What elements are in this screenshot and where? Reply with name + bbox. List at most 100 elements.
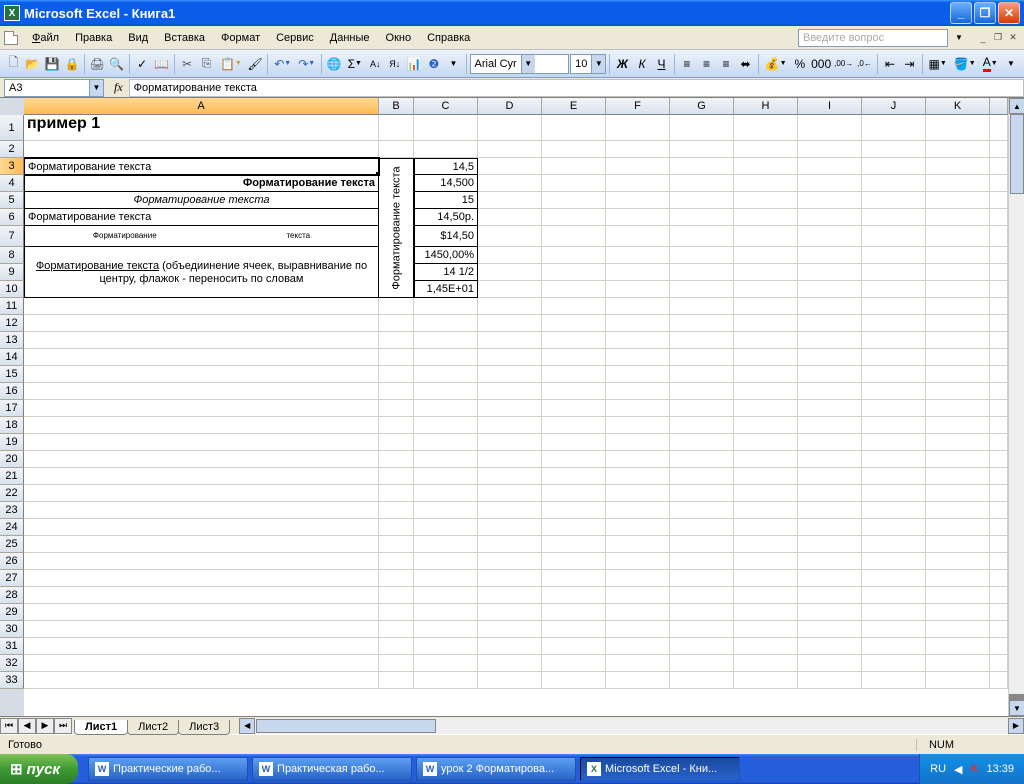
cell[interactable] bbox=[798, 655, 862, 672]
cell[interactable] bbox=[862, 553, 926, 570]
chart-button[interactable]: 📊 bbox=[405, 53, 424, 75]
cell[interactable] bbox=[926, 298, 990, 315]
cell[interactable] bbox=[606, 553, 670, 570]
cell[interactable] bbox=[478, 570, 542, 587]
mdi-close[interactable]: ✕ bbox=[1006, 31, 1020, 45]
col-header-B[interactable]: B bbox=[379, 98, 414, 115]
cell[interactable] bbox=[734, 417, 798, 434]
cell[interactable] bbox=[798, 468, 862, 485]
cell[interactable] bbox=[670, 468, 734, 485]
row-header-22[interactable]: 22 bbox=[0, 485, 24, 502]
cell[interactable] bbox=[478, 115, 542, 141]
align-left-button[interactable]: ≡ bbox=[678, 53, 697, 75]
cell[interactable] bbox=[798, 141, 862, 158]
cell[interactable] bbox=[926, 638, 990, 655]
cell[interactable] bbox=[542, 158, 606, 175]
row-header-27[interactable]: 27 bbox=[0, 570, 24, 587]
close-button[interactable]: ✕ bbox=[998, 2, 1020, 24]
row-header-7[interactable]: 7 bbox=[0, 226, 24, 247]
cell[interactable] bbox=[379, 315, 414, 332]
cell[interactable] bbox=[862, 604, 926, 621]
cell[interactable] bbox=[926, 158, 990, 175]
cell[interactable] bbox=[414, 417, 478, 434]
cell[interactable] bbox=[24, 485, 379, 502]
cell[interactable] bbox=[379, 417, 414, 434]
redo-button[interactable]: ↷▼ bbox=[295, 53, 318, 75]
cell[interactable] bbox=[734, 383, 798, 400]
cell[interactable] bbox=[734, 175, 798, 192]
scroll-down-button[interactable]: ▼ bbox=[1009, 700, 1024, 716]
cell[interactable] bbox=[926, 570, 990, 587]
hscroll-thumb[interactable] bbox=[256, 719, 436, 733]
cell[interactable] bbox=[862, 226, 926, 247]
cell[interactable] bbox=[734, 468, 798, 485]
row-header-5[interactable]: 5 bbox=[0, 192, 24, 209]
row-header-32[interactable]: 32 bbox=[0, 655, 24, 672]
cell[interactable] bbox=[862, 349, 926, 366]
cell[interactable] bbox=[379, 672, 414, 689]
print-button[interactable]: 🖨 bbox=[88, 53, 107, 75]
cell[interactable] bbox=[926, 281, 990, 298]
row-header-2[interactable]: 2 bbox=[0, 141, 24, 158]
cell[interactable]: 15 bbox=[414, 192, 478, 209]
cell[interactable] bbox=[734, 604, 798, 621]
row-header-17[interactable]: 17 bbox=[0, 400, 24, 417]
fill-color-button[interactable]: 🪣▼ bbox=[951, 53, 979, 75]
cell[interactable] bbox=[862, 672, 926, 689]
cell[interactable] bbox=[379, 115, 414, 141]
cell[interactable] bbox=[734, 553, 798, 570]
cell[interactable] bbox=[734, 519, 798, 536]
cell[interactable] bbox=[670, 570, 734, 587]
cell[interactable] bbox=[670, 502, 734, 519]
cell[interactable] bbox=[606, 383, 670, 400]
cell[interactable] bbox=[542, 115, 606, 141]
cell[interactable] bbox=[798, 587, 862, 604]
percent-button[interactable]: % bbox=[791, 53, 810, 75]
cell[interactable] bbox=[862, 281, 926, 298]
cell[interactable] bbox=[414, 536, 478, 553]
cell[interactable] bbox=[798, 638, 862, 655]
cell[interactable] bbox=[862, 383, 926, 400]
row-header-6[interactable]: 6 bbox=[0, 209, 24, 226]
menu-edit[interactable]: Правка bbox=[67, 29, 120, 47]
cell[interactable] bbox=[606, 247, 670, 264]
cell[interactable] bbox=[798, 536, 862, 553]
cell[interactable] bbox=[414, 451, 478, 468]
task-button-3[interactable]: Wурок 2 Форматирова... bbox=[416, 757, 576, 781]
scroll-right-button[interactable]: ▶ bbox=[1008, 718, 1024, 734]
cell[interactable] bbox=[414, 315, 478, 332]
row-header-16[interactable]: 16 bbox=[0, 383, 24, 400]
cell[interactable] bbox=[734, 298, 798, 315]
row-header-8[interactable]: 8 bbox=[0, 247, 24, 264]
cell[interactable] bbox=[862, 655, 926, 672]
cell[interactable] bbox=[542, 349, 606, 366]
cell[interactable] bbox=[670, 519, 734, 536]
cell[interactable] bbox=[379, 451, 414, 468]
cell[interactable] bbox=[606, 638, 670, 655]
cell[interactable] bbox=[734, 502, 798, 519]
cell[interactable]: Форматирование текста bbox=[24, 192, 379, 209]
cell[interactable] bbox=[542, 519, 606, 536]
cell[interactable] bbox=[606, 264, 670, 281]
cell[interactable] bbox=[798, 502, 862, 519]
cell[interactable] bbox=[798, 434, 862, 451]
cell[interactable] bbox=[379, 519, 414, 536]
row-header-29[interactable]: 29 bbox=[0, 604, 24, 621]
cell[interactable] bbox=[798, 621, 862, 638]
cell[interactable] bbox=[862, 141, 926, 158]
cell[interactable]: 14 1/2 bbox=[414, 264, 478, 281]
cell[interactable] bbox=[478, 247, 542, 264]
cell[interactable] bbox=[379, 655, 414, 672]
cell[interactable] bbox=[798, 115, 862, 141]
cell[interactable] bbox=[670, 141, 734, 158]
research-button[interactable]: 📖 bbox=[152, 53, 171, 75]
cell[interactable] bbox=[414, 502, 478, 519]
cell[interactable] bbox=[798, 451, 862, 468]
cell[interactable] bbox=[24, 502, 379, 519]
cell[interactable] bbox=[606, 281, 670, 298]
cell[interactable] bbox=[478, 141, 542, 158]
cell[interactable] bbox=[734, 281, 798, 298]
cell[interactable] bbox=[798, 226, 862, 247]
cell[interactable]: Форматирование текста bbox=[24, 175, 379, 192]
start-button[interactable]: ⊞ пуск bbox=[0, 754, 78, 784]
